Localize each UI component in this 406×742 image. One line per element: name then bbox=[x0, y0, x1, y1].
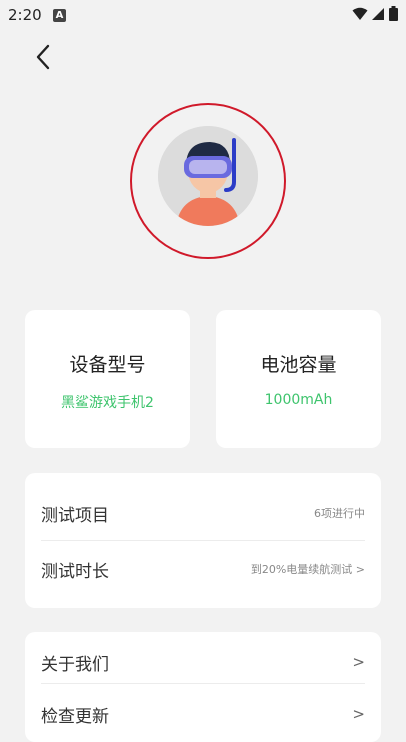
about-us-row[interactable]: 关于我们 > bbox=[41, 634, 365, 690]
divider bbox=[41, 683, 365, 684]
check-update-label: 检查更新 bbox=[41, 706, 109, 727]
test-info-card: 测试项目 6项进行中 测试时长 到20%电量续航测试 > bbox=[25, 473, 381, 608]
about-us-label: 关于我们 bbox=[41, 654, 109, 675]
check-update-row[interactable]: 检查更新 > bbox=[41, 686, 365, 742]
back-button[interactable] bbox=[28, 40, 58, 74]
status-icons bbox=[352, 6, 398, 21]
battery-icon bbox=[389, 6, 398, 21]
status-bar: 2:20 A bbox=[0, 0, 406, 32]
notification-badge: A bbox=[53, 9, 66, 22]
diver-avatar-icon bbox=[158, 126, 258, 226]
device-model-value: 黑鲨游戏手机2 bbox=[61, 395, 154, 411]
battery-capacity-value: 1000mAh bbox=[264, 392, 333, 408]
battery-capacity-title: 电池容量 bbox=[260, 354, 337, 376]
chevron-right-icon: > bbox=[352, 705, 365, 723]
battery-capacity-card: 电池容量 1000mAh bbox=[216, 310, 381, 448]
menu-card: 关于我们 > 检查更新 > bbox=[25, 632, 381, 742]
chevron-right-icon: > bbox=[352, 653, 365, 671]
wifi-icon bbox=[352, 7, 368, 20]
device-model-card: 设备型号 黑鲨游戏手机2 bbox=[25, 310, 190, 448]
avatar[interactable] bbox=[158, 126, 258, 226]
test-duration-row[interactable]: 测试时长 到20%电量续航测试 > bbox=[41, 541, 365, 597]
test-items-value: 6项进行中 bbox=[314, 507, 365, 520]
signal-icon bbox=[372, 7, 384, 20]
test-duration-value: 到20%电量续航测试 > bbox=[250, 563, 365, 576]
test-duration-label: 测试时长 bbox=[41, 561, 109, 582]
test-items-label: 测试项目 bbox=[41, 505, 109, 526]
status-time: 2:20 bbox=[8, 6, 42, 24]
device-model-title: 设备型号 bbox=[69, 354, 146, 376]
chevron-left-icon bbox=[36, 44, 50, 70]
test-items-row[interactable]: 测试项目 6项进行中 bbox=[41, 485, 365, 541]
